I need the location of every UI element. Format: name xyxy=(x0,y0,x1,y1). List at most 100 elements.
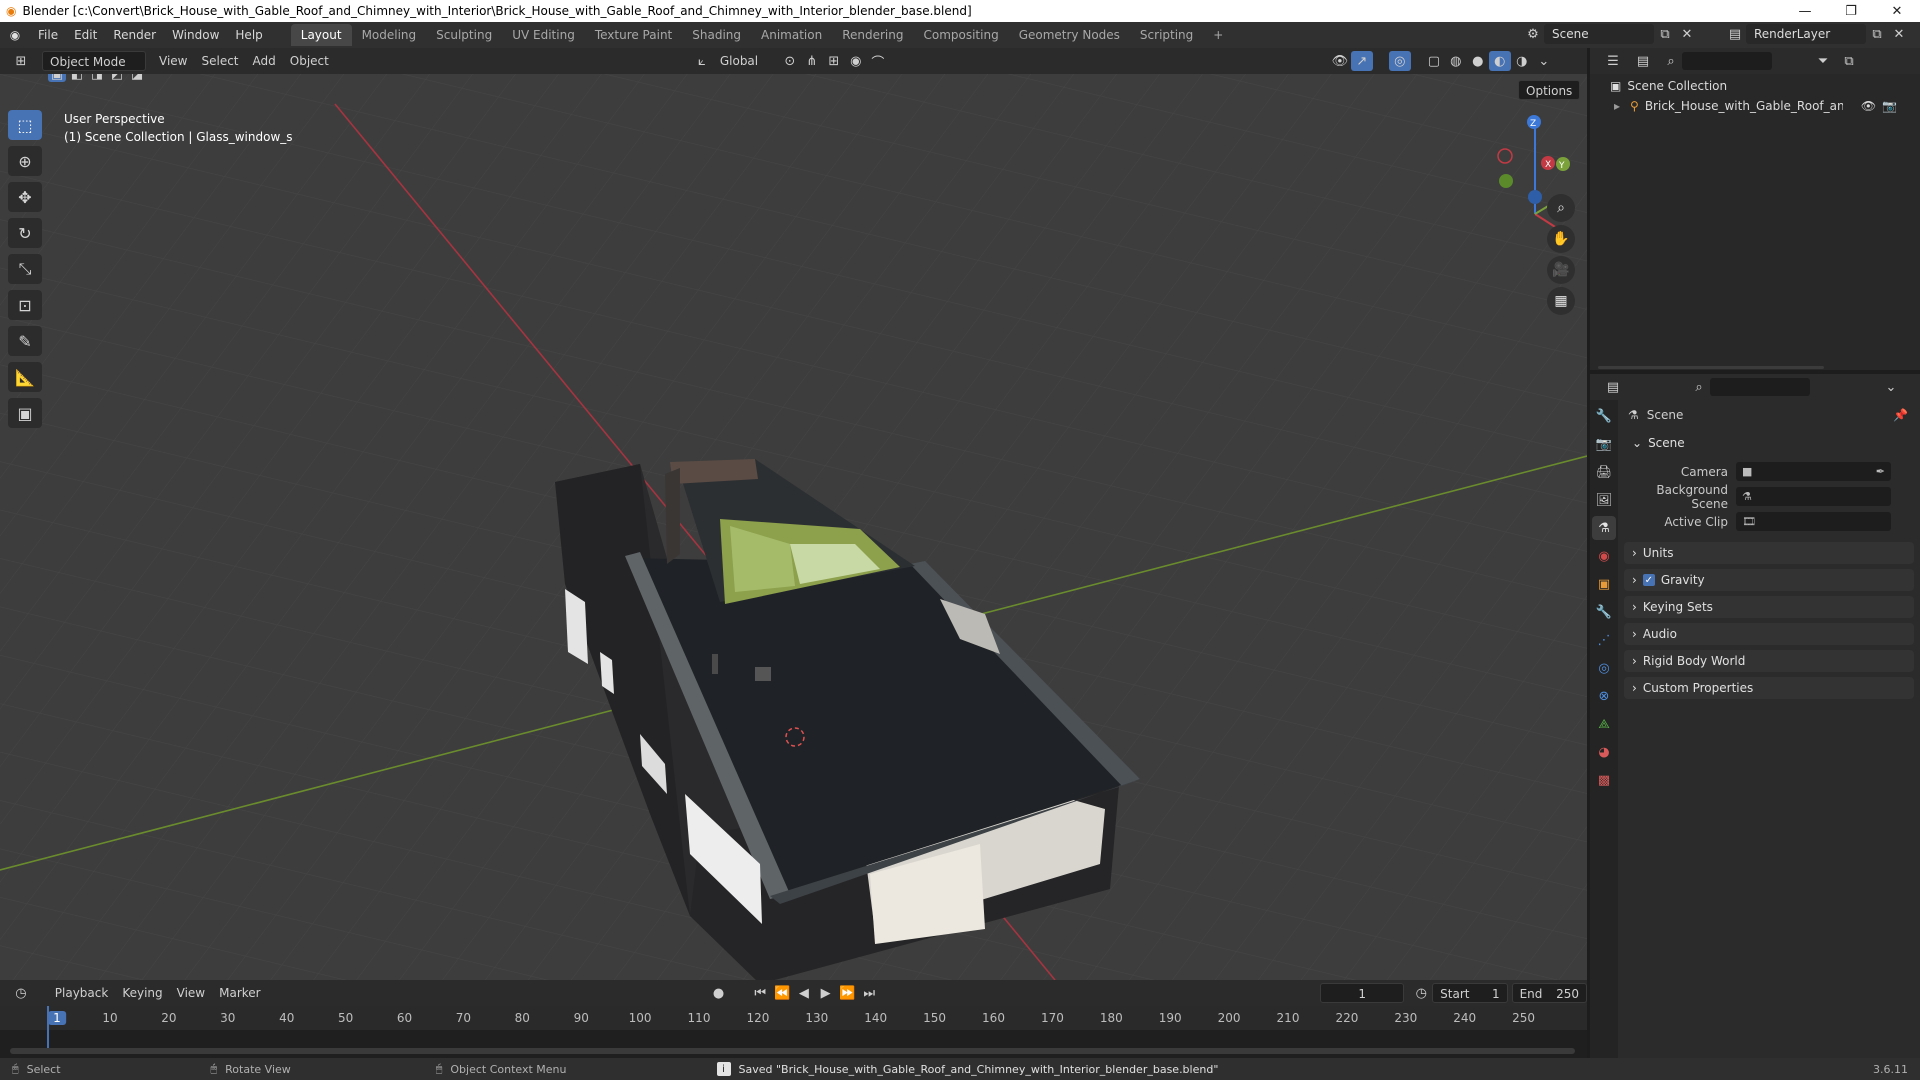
properties-editor-icon[interactable]: ▤ xyxy=(1602,377,1624,397)
add-cube-tool-icon[interactable]: ▣ xyxy=(8,398,42,428)
active-clip-field[interactable]: 🎞 xyxy=(1736,512,1891,531)
select-invert-icon[interactable]: ◩ xyxy=(108,74,126,82)
new-scene-icon[interactable]: ⧉ xyxy=(1654,24,1676,44)
menu-help[interactable]: Help xyxy=(227,24,270,46)
timeline-view-menu[interactable]: View xyxy=(170,983,212,1003)
scale-tool-icon[interactable]: ⤡ xyxy=(8,254,42,284)
mode-selector[interactable]: Object Mode xyxy=(42,51,146,71)
material-shading-icon[interactable]: ◐ xyxy=(1488,51,1511,71)
tool-tab-icon[interactable]: 🔧 xyxy=(1592,404,1616,428)
scene-icon[interactable]: ⚙ xyxy=(1522,24,1544,44)
timeline-playback-menu[interactable]: Playback xyxy=(48,983,116,1003)
tab-geometry-nodes[interactable]: Geometry Nodes xyxy=(1009,24,1130,46)
filter-icon[interactable]: ⏷ xyxy=(1812,51,1834,71)
physics-tab-icon[interactable]: ◎ xyxy=(1592,656,1616,680)
select-new-icon[interactable]: ▣ xyxy=(48,74,66,82)
menu-window[interactable]: Window xyxy=(164,24,227,46)
select-extend-icon[interactable]: ◧ xyxy=(68,74,86,82)
shading-options-icon[interactable]: ⌄ xyxy=(1533,51,1555,71)
timeline-area[interactable]: 1 10 20 30 40 50 60 70 80 90 100 110 120 130 140 150 160… xyxy=(0,1006,1587,1058)
transform-tool-icon[interactable]: ⊡ xyxy=(8,290,42,320)
view-layer-tab-icon[interactable]: 🖼 xyxy=(1592,488,1616,512)
background-scene-field[interactable]: ⚗ xyxy=(1736,487,1891,506)
play-icon[interactable]: ▶ xyxy=(815,983,837,1003)
render-camera-icon[interactable]: 📷 xyxy=(1882,99,1897,113)
menu-edit[interactable]: Edit xyxy=(66,24,105,46)
play-reverse-icon[interactable]: ◀ xyxy=(793,983,815,1003)
3d-viewport[interactable]: Z Y X ⬚ ⊕ ✥ ↻ ⤡ ⊡ ✎ 📐 ▣ User Perspective… xyxy=(0,74,1587,980)
gravity-checkbox[interactable]: ✓ xyxy=(1642,574,1655,586)
tab-animation[interactable]: Animation xyxy=(751,24,832,46)
tab-texture-paint[interactable]: Texture Paint xyxy=(585,24,682,46)
scene-tab-icon[interactable]: ⚗ xyxy=(1592,516,1616,540)
jump-start-icon[interactable]: ⏮ xyxy=(749,983,771,1003)
close-button[interactable]: ✕ xyxy=(1874,0,1920,22)
outliner-search-input[interactable] xyxy=(1682,52,1772,70)
new-collection-icon[interactable]: ⧉ xyxy=(1838,51,1860,71)
camera-field[interactable]: ■ ✒ xyxy=(1736,462,1891,481)
outliner-scrollbar[interactable] xyxy=(1598,366,1824,369)
menu-file[interactable]: File xyxy=(30,24,66,46)
tab-compositing[interactable]: Compositing xyxy=(913,24,1008,46)
timeline-keying-menu[interactable]: Keying xyxy=(115,983,169,1003)
frame-ruler[interactable]: 1 10 20 30 40 50 60 70 80 90 100 110 120 130 140 150 160… xyxy=(0,1006,1587,1030)
timeline-editor-icon[interactable]: ◷ xyxy=(10,983,32,1003)
panel-scene[interactable]: ⌄ Scene xyxy=(1624,432,1914,454)
editor-type-icon[interactable]: ⊞ xyxy=(10,51,32,71)
tab-uv-editing[interactable]: UV Editing xyxy=(502,24,585,46)
add-workspace-button[interactable]: + xyxy=(1203,24,1233,46)
render-tab-icon[interactable]: 📷 xyxy=(1592,432,1616,456)
frame-start-field[interactable]: Start 1 xyxy=(1432,983,1508,1003)
display-mode-icon[interactable]: ▤ xyxy=(1632,51,1654,71)
record-icon[interactable]: ● xyxy=(708,983,730,1003)
overlay-toggle-icon[interactable]: ◎ xyxy=(1388,51,1411,71)
select-subtract-icon[interactable]: ◨ xyxy=(88,74,106,82)
ortho-grid-icon[interactable]: ▦ xyxy=(1547,287,1575,315)
snap-icon[interactable]: ⋔ xyxy=(801,51,823,71)
playhead-line[interactable] xyxy=(47,1006,49,1052)
panel-gravity[interactable]: › ✓ Gravity xyxy=(1624,569,1914,591)
blender-menu-icon[interactable]: ◉ xyxy=(0,28,30,42)
tab-layout[interactable]: Layout xyxy=(290,24,352,46)
move-tool-icon[interactable]: ✥ xyxy=(8,182,42,212)
tab-modeling[interactable]: Modeling xyxy=(352,24,427,46)
panel-keying-sets[interactable]: › Keying Sets xyxy=(1624,596,1914,618)
pin-icon[interactable]: 📌 xyxy=(1893,408,1908,422)
menu-select[interactable]: Select xyxy=(194,51,245,71)
expand-arrow-icon[interactable]: ▸ xyxy=(1614,99,1620,113)
xray-icon[interactable]: ▢ xyxy=(1423,51,1445,71)
panel-audio[interactable]: › Audio xyxy=(1624,623,1914,645)
panel-custom-properties[interactable]: › Custom Properties xyxy=(1624,677,1914,699)
properties-options-icon[interactable]: ⌄ xyxy=(1880,377,1902,397)
jump-end-icon[interactable]: ⏭ xyxy=(858,983,880,1003)
data-tab-icon[interactable]: ⟁ xyxy=(1592,712,1616,736)
tab-shading[interactable]: Shading xyxy=(682,24,751,46)
current-frame-field[interactable]: 1 xyxy=(1320,983,1405,1003)
zoom-icon[interactable]: ⌕ xyxy=(1547,194,1575,222)
frame-end-field[interactable]: End 250 xyxy=(1511,983,1587,1003)
panel-units[interactable]: › Units xyxy=(1624,542,1914,564)
material-tab-icon[interactable]: ◕ xyxy=(1592,740,1616,764)
outliner-editor-icon[interactable]: ☰ xyxy=(1602,51,1624,71)
modifier-tab-icon[interactable]: 🔧 xyxy=(1592,600,1616,624)
select-intersect-icon[interactable]: ◪ xyxy=(128,74,146,82)
prev-keyframe-icon[interactable]: ⏪ xyxy=(771,983,793,1003)
tab-rendering[interactable]: Rendering xyxy=(832,24,913,46)
texture-tab-icon[interactable]: ▩ xyxy=(1592,768,1616,792)
menu-render[interactable]: Render xyxy=(105,24,164,46)
wireframe-shading-icon[interactable]: ◍ xyxy=(1445,51,1467,71)
object-tab-icon[interactable]: ▣ xyxy=(1592,572,1616,596)
scene-selector[interactable]: Scene xyxy=(1544,24,1654,44)
properties-search-input[interactable] xyxy=(1710,378,1810,396)
menu-add[interactable]: Add xyxy=(246,51,283,71)
view-layer-selector[interactable]: RenderLayer xyxy=(1746,24,1866,44)
new-view-layer-icon[interactable]: ⧉ xyxy=(1866,24,1888,44)
pan-hand-icon[interactable]: ✋ xyxy=(1547,225,1575,253)
falloff-icon[interactable]: ⌒ xyxy=(867,51,889,71)
world-tab-icon[interactable]: ◉ xyxy=(1592,544,1616,568)
timeline-scrollbar[interactable] xyxy=(10,1048,1575,1054)
constraints-tab-icon[interactable]: ⊗ xyxy=(1592,684,1616,708)
tab-scripting[interactable]: Scripting xyxy=(1130,24,1203,46)
view-layer-icon[interactable]: ▤ xyxy=(1724,24,1746,44)
delete-view-layer-icon[interactable]: ✕ xyxy=(1888,24,1910,44)
